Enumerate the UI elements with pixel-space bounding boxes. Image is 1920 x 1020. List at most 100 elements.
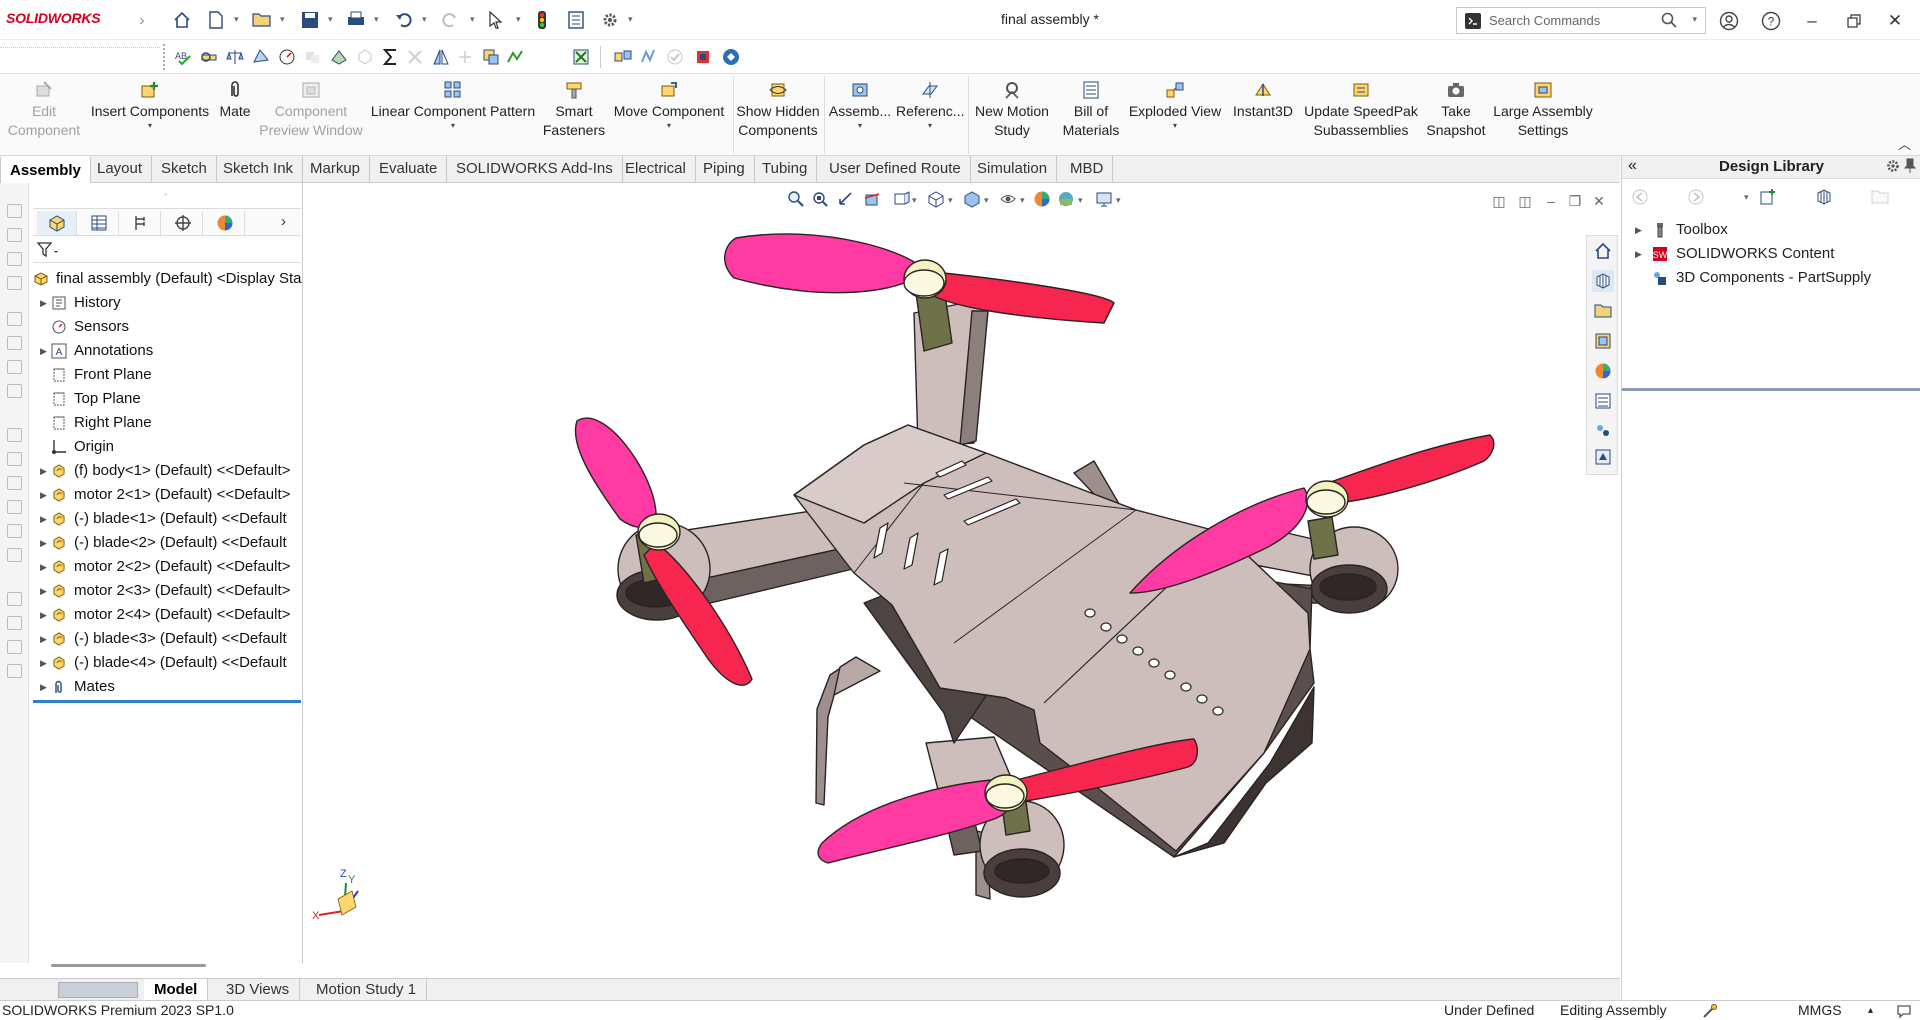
instant3d-button[interactable]: Instant3D [1226, 78, 1300, 154]
bill-of-materials-button[interactable]: Bill of Materials [1056, 78, 1126, 154]
expand-arrow-icon[interactable]: ▶ [40, 483, 47, 507]
open-dropdown-icon[interactable]: ▾ [280, 14, 285, 25]
linear-component-pattern-button[interactable]: Linear Component Pattern ▾ [366, 78, 540, 154]
display-manager-tab-icon[interactable] [205, 211, 245, 235]
tab-tubing[interactable]: Tubing [753, 156, 818, 183]
tab-user-defined-route[interactable]: User Defined Route [820, 156, 971, 183]
mate-button[interactable]: Mate [214, 78, 256, 154]
tree-item[interactable]: ▶ Mates [29, 675, 303, 699]
sustainability-icon[interactable] [720, 46, 742, 68]
performance-evaluation-icon[interactable] [504, 46, 526, 68]
home-icon[interactable] [170, 8, 194, 32]
filter-icon[interactable] [7, 592, 22, 606]
solidworks-logo[interactable]: SOLIDWORKS [6, 10, 101, 26]
exploded-view-button[interactable]: Exploded View ▾ [1128, 78, 1222, 154]
insert-components-button[interactable]: Insert Components ▾ [88, 78, 212, 154]
3d-components-icon[interactable] [1592, 446, 1614, 468]
assembly-visualization-icon[interactable] [480, 46, 502, 68]
reference-geometry-button[interactable]: Referenc... ▾ [896, 78, 964, 154]
file-explorer-icon[interactable] [1592, 300, 1614, 322]
tab-solidworks-add-ins[interactable]: SOLIDWORKS Add-Ins [447, 156, 623, 183]
custom-properties-icon[interactable] [1592, 390, 1614, 412]
filter-icon[interactable] [7, 500, 22, 514]
tree-item[interactable]: ▶ motor 2<1> (Default) <<Default> [29, 483, 303, 507]
units-dropdown-icon[interactable]: ▴ [1868, 1001, 1873, 1020]
history-dropdown-icon[interactable]: ▾ [1744, 192, 1749, 203]
solidworks-forum-icon[interactable] [1592, 420, 1614, 442]
library-item-toolbox[interactable]: ▶ Toolbox [1622, 218, 1920, 242]
linear-pattern-dropdown-icon[interactable]: ▾ [366, 121, 540, 131]
filter-icon[interactable] [7, 228, 22, 242]
save-icon[interactable] [298, 8, 322, 32]
tree-item[interactable]: ▶ (-) blade<3> (Default) <<Default [29, 627, 303, 651]
options-gear-icon[interactable] [598, 8, 622, 32]
explode-lines-icon[interactable] [612, 46, 634, 68]
open-icon[interactable] [250, 8, 274, 32]
filter-icon[interactable] [7, 252, 22, 266]
redo-dropdown-icon[interactable]: ▾ [470, 14, 475, 25]
options-dropdown-icon[interactable]: ▾ [628, 14, 633, 25]
tree-item[interactable]: ▶ (-) blade<1> (Default) <<Default [29, 507, 303, 531]
spell-check-icon[interactable]: AB [172, 46, 194, 68]
filter-icon[interactable] [7, 524, 22, 538]
add-file-location-icon[interactable] [1814, 187, 1834, 207]
tree-root[interactable]: final assembly (Default) <Display Sta [29, 267, 303, 291]
mass-properties-icon[interactable] [224, 46, 246, 68]
horizontal-scrollbar[interactable] [51, 964, 206, 967]
close-button[interactable]: ✕ [1882, 8, 1908, 34]
filter-icon[interactable] [7, 312, 22, 326]
tab-3d-views[interactable]: 3D Views [216, 979, 301, 1001]
update-speedpak-button[interactable]: Update SpeedPak Subassemblies [1302, 78, 1420, 154]
expand-menu-icon[interactable]: › [130, 8, 154, 32]
drone-assembly-model[interactable]: X Y Z [304, 183, 1620, 978]
filter-icon[interactable] [7, 476, 22, 490]
file-properties-icon[interactable] [564, 8, 588, 32]
tab-markup[interactable]: Markup [301, 156, 371, 183]
appearances-scenes-icon[interactable] [1592, 360, 1614, 382]
expand-arrow-icon[interactable]: ▶ [40, 291, 47, 315]
move-component-dropdown-icon[interactable]: ▾ [608, 121, 730, 131]
expand-arrow-icon[interactable]: ▶ [40, 627, 47, 651]
expand-arrow-icon[interactable]: ▶ [40, 579, 47, 603]
rebuild-status-icon[interactable] [1702, 1003, 1718, 1020]
move-component-button[interactable]: Move Component ▾ [608, 78, 730, 154]
forward-icon[interactable] [1686, 187, 1706, 207]
check-icon[interactable] [454, 46, 476, 68]
filter-icon[interactable] [7, 428, 22, 442]
expand-arrow-icon[interactable]: ▶ [40, 507, 47, 531]
assembly-features-button[interactable]: Assemb... ▾ [828, 78, 892, 154]
expand-arrow-icon[interactable]: ▶ [1635, 218, 1642, 242]
expand-arrow-icon[interactable]: ▶ [40, 675, 47, 699]
take-snapshot-button[interactable]: Take Snapshot [1422, 78, 1490, 154]
pane-splitter[interactable] [1622, 388, 1920, 391]
edit-component-button[interactable]: Edit Component [4, 78, 84, 154]
propertymanager-tab-icon[interactable] [79, 211, 119, 235]
filter-icon[interactable] [7, 640, 22, 654]
library-item-partsupply[interactable]: 3D Components - PartSupply [1622, 266, 1920, 290]
tab-motion-study-1[interactable]: Motion Study 1 [306, 979, 428, 1001]
expand-arrow-icon[interactable]: ▶ [40, 555, 47, 579]
search-dropdown-icon[interactable]: ▾ [1692, 14, 1697, 25]
simulation-xpress-icon[interactable] [638, 46, 660, 68]
symmetry-check-icon[interactable] [430, 46, 452, 68]
solidworks-resources-home-icon[interactable] [1592, 240, 1614, 262]
new-dropdown-icon[interactable]: ▾ [234, 14, 239, 25]
tree-item[interactable]: ▶ (f) body<1> (Default) <<Default> [29, 459, 303, 483]
tab-assembly[interactable]: Assembly [0, 156, 91, 183]
graphics-area[interactable]: ▾ ▾ ▾ ▾ ▾ ▾ ◫ ◫ – ❐ ✕ X Y Z [304, 183, 1620, 978]
assembly-features-dropdown-icon[interactable]: ▾ [828, 121, 892, 131]
tree-item[interactable]: Front Plane [29, 363, 303, 387]
featuremanager-tab-icon[interactable] [37, 211, 77, 235]
expand-arrow-icon[interactable]: ▶ [40, 459, 47, 483]
tree-item[interactable]: ▶ motor 2<4> (Default) <<Default> [29, 603, 303, 627]
costing-icon[interactable] [692, 46, 714, 68]
select-dropdown-icon[interactable]: ▾ [516, 14, 521, 25]
collapse-ribbon-icon[interactable]: ︿ [1898, 134, 1911, 153]
expand-arrow-icon[interactable]: ▶ [40, 339, 47, 363]
equations-icon[interactable] [380, 46, 402, 68]
large-assembly-settings-button[interactable]: Large Assembly Settings [1492, 78, 1594, 154]
reference-geometry-dropdown-icon[interactable]: ▾ [896, 121, 964, 131]
tab-evaluate[interactable]: Evaluate [370, 156, 448, 183]
library-item-solidworks-content[interactable]: ▶ SW SOLIDWORKS Content [1622, 242, 1920, 266]
print-icon[interactable] [344, 8, 368, 32]
